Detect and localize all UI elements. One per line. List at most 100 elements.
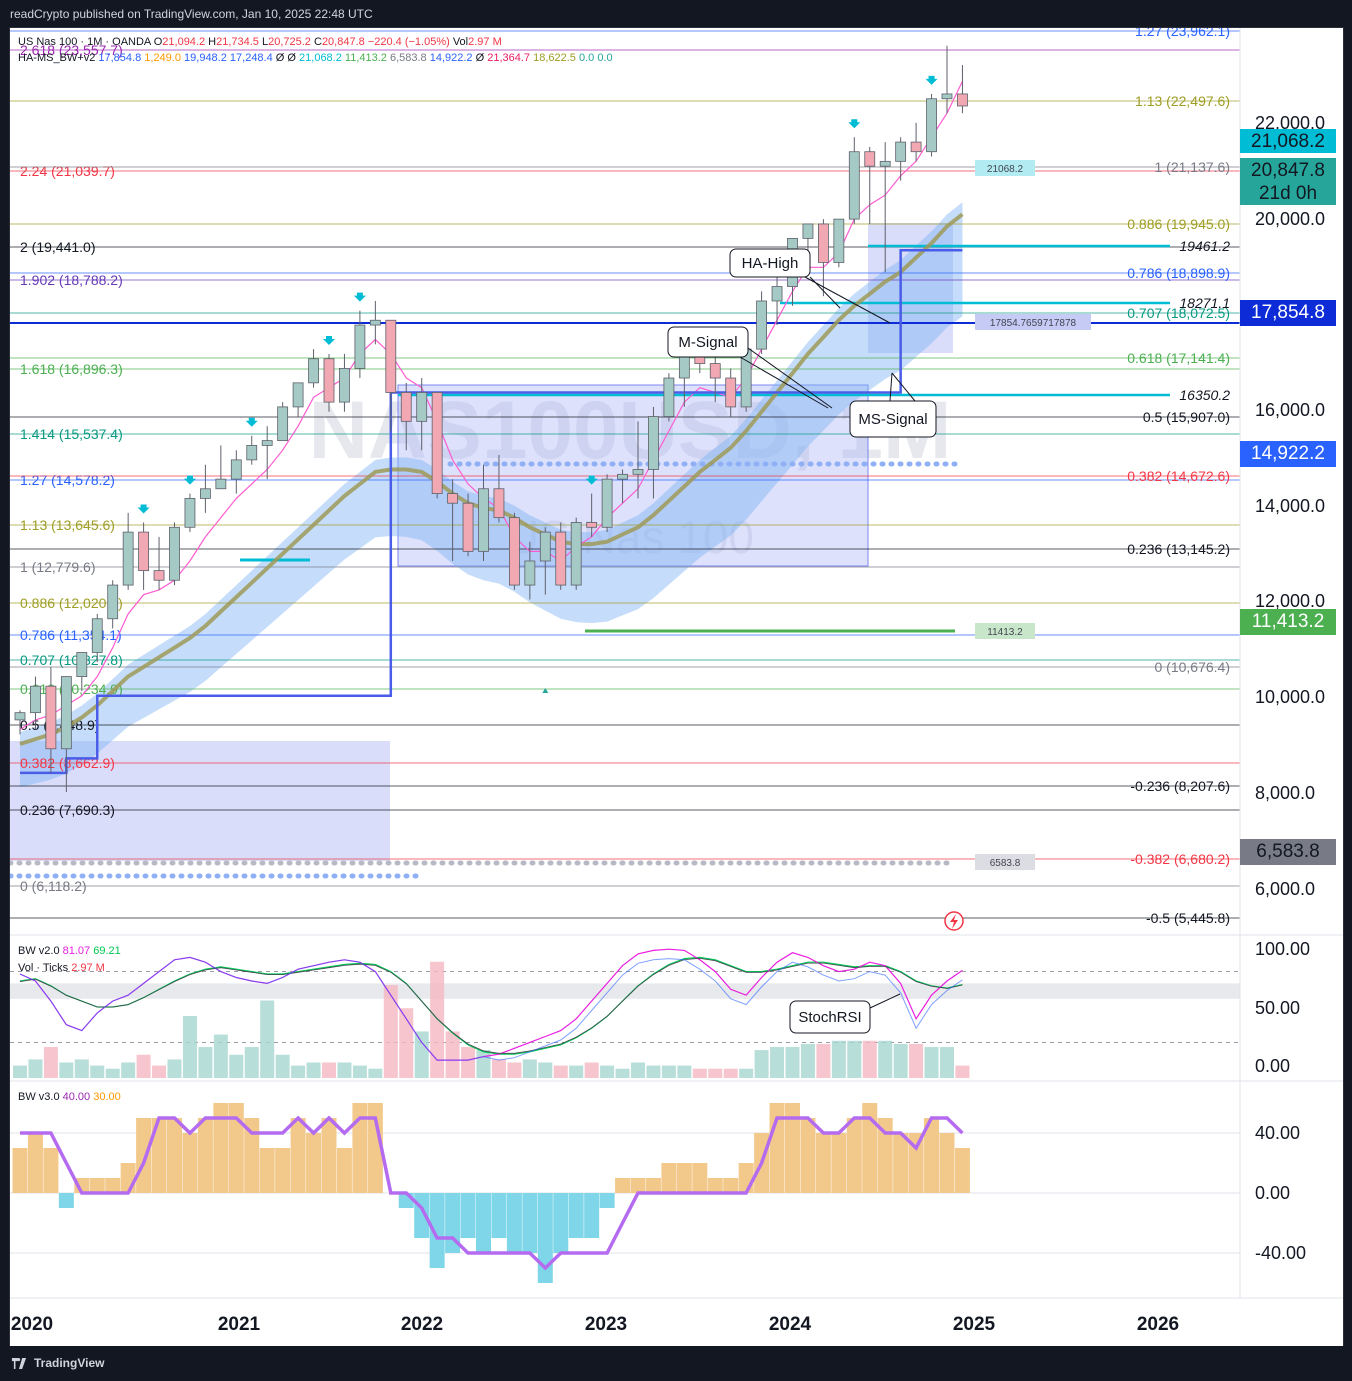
legend-ohlc-key: Vol [453, 36, 468, 48]
volume-bar [847, 1040, 862, 1078]
legend-bw2-v2: 69.21 [93, 945, 121, 957]
fib-left-label: 2 (19,441.0) [20, 239, 96, 255]
volume-bar [461, 1047, 476, 1078]
legend-indicator-name: HA-MS_BW+v2 [18, 52, 98, 64]
legend-indicator-value: 17,854.8 [98, 52, 144, 64]
legend-indicator-value: 6,583.8 [390, 52, 430, 64]
bw3-bar [460, 1193, 476, 1238]
candle-body [14, 712, 26, 721]
fib-right-label: 0.5 (15,907.0) [1143, 409, 1230, 425]
candle-body [833, 218, 845, 263]
bw3-axis-tick: -40.00 [1255, 1243, 1306, 1263]
candle-body [771, 286, 783, 302]
fib-left-label: 0.786 (11,354.1) [20, 627, 122, 643]
callout-label: StochRSI [798, 1009, 861, 1026]
candle-body [478, 488, 489, 552]
callout-label: M-Signal [678, 334, 737, 351]
bw3-axis-tick: 40.00 [1255, 1123, 1300, 1143]
candle-body [416, 392, 428, 422]
bw3-bar [259, 1148, 275, 1193]
legend-ohlc-value: 21,094.2 [162, 36, 208, 48]
legend-vol-value: 2.97 M [71, 962, 105, 974]
line-tag-label: 17854.7659717878 [990, 318, 1077, 329]
price-badge-label: 21,068.2 [1251, 131, 1325, 152]
legend-indicator-value: 19,948.2 [184, 52, 230, 64]
volume-bar [723, 1068, 738, 1078]
candle-body [926, 98, 937, 153]
fib-left-label: 1.618 (16,896.3) [20, 361, 123, 377]
volume-bar [275, 1054, 290, 1078]
legend-symbol: US Nas 100 · 1M · OANDA [18, 36, 154, 48]
bw3-bar [120, 1163, 136, 1193]
candle-body [30, 685, 41, 714]
bw2-axis-tick: 0.00 [1255, 1056, 1290, 1076]
legend-indicator-value: 11,413.2 [345, 52, 390, 64]
bw3-bar [89, 1178, 105, 1193]
bw3-bar [893, 1133, 909, 1193]
price-axis-tick: 8,000.0 [1255, 783, 1315, 803]
bw2-axis-tick: 50.00 [1255, 998, 1300, 1018]
line-tag-label: 21068.2 [987, 164, 1024, 175]
candle-body [508, 517, 520, 586]
candle-body [462, 502, 474, 552]
candle-body [756, 300, 767, 350]
fib-left-label: 1 (12,779.6) [20, 559, 96, 575]
bw3-bar [12, 1148, 28, 1193]
bw3-bar [58, 1193, 74, 1208]
legend-bw2-v1: 81.07 [63, 945, 94, 957]
volume-bar [105, 1068, 120, 1078]
legend-ohlc-value: 20,847.8 [322, 36, 368, 48]
publisher-bar: readCrypto published on TradingView.com,… [0, 0, 1352, 28]
fib-left-label: 1.414 (15,537.4) [20, 426, 123, 442]
candle-body [230, 459, 242, 480]
candle-body [632, 469, 644, 475]
legend-indicator-value: 1,249.0 [144, 52, 184, 64]
volume-bar [878, 1040, 893, 1078]
bw3-bar [661, 1163, 677, 1193]
bw3-bar [43, 1148, 59, 1193]
candle-body [910, 141, 922, 153]
fib-left-label: 0 (6,118.2) [20, 878, 87, 894]
bw3-bar [692, 1163, 708, 1193]
chart-svg[interactable]: NAS100USD, 1MUS Nas 100 2.618 (23,557.7)… [7, 23, 1343, 1347]
chart-frame[interactable]: NAS100USD, 1M US Nas 100 2.618 (23,557.7)… [7, 23, 1344, 1348]
legend-bw2-row: BW v2.0 81.07 69.21 [18, 945, 121, 957]
legend-indicator-value: 0.0 [597, 52, 612, 64]
candle-body [45, 685, 57, 750]
bw3-bar [800, 1118, 816, 1193]
volume-bar [74, 1059, 89, 1078]
price-axis-tick: 12,000.0 [1255, 591, 1325, 611]
legend-indicator-value: 18,622.5 [533, 52, 579, 64]
volume-bar [831, 1040, 846, 1078]
volume-bar [862, 1040, 877, 1078]
legend-ohlc-value: 2.97 M [468, 36, 502, 48]
legend-ohlc-row: US Nas 100 · 1M · OANDA O21,094.2 H21,73… [18, 36, 502, 48]
legend-bw3-row: BW v3.0 40.00 30.00 [18, 1091, 121, 1103]
volume-bar [754, 1050, 769, 1078]
bw3-bar [197, 1118, 213, 1193]
bw3-bar [522, 1193, 538, 1253]
candle-body [879, 160, 891, 167]
fib-left-label: 0.236 (7,690.3) [20, 802, 115, 818]
price-axis-tick: 6,000.0 [1255, 879, 1315, 899]
bw3-bar [491, 1193, 507, 1238]
pane2-band [10, 983, 1240, 999]
legend-indicator-value: Ø [287, 52, 299, 64]
legend-ohlc-key: H [208, 36, 216, 48]
candle-body [431, 392, 443, 494]
bw3-bar [846, 1118, 862, 1193]
candle-body [246, 445, 258, 461]
time-axis-tick: 2020 [11, 1314, 53, 1335]
legend-vol-name: Vol · Ticks [18, 962, 71, 974]
candle-body [400, 392, 412, 422]
candle-body [539, 531, 551, 562]
volume-bar [600, 1065, 615, 1078]
candle-body [663, 377, 675, 417]
volume-bar [260, 1000, 275, 1078]
bw3-bar [645, 1178, 661, 1193]
volume-bar [306, 1062, 321, 1078]
volume-bar [414, 1031, 429, 1078]
bw3-bar [182, 1133, 198, 1193]
volume-bar [893, 1043, 908, 1078]
volume-bar [244, 1047, 259, 1078]
